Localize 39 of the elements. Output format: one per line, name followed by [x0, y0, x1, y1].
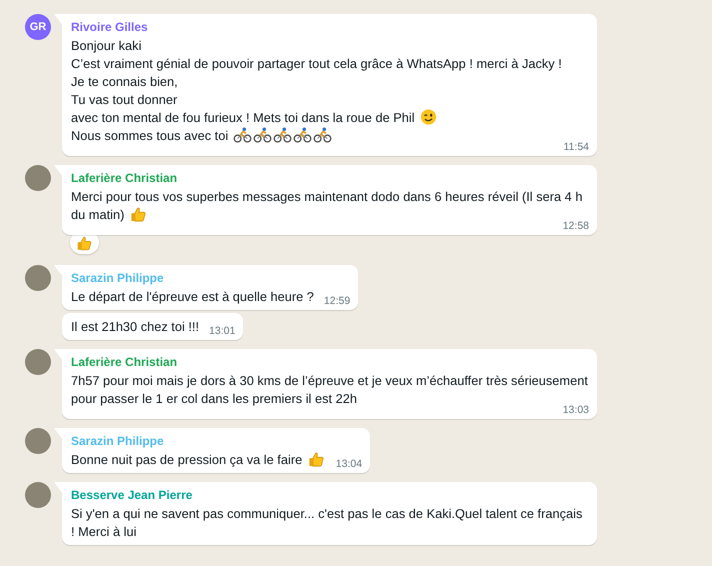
thumbs-up-icon — [306, 451, 326, 467]
message-text: Le départ de l'épreuve est à quelle heure ? — [71, 288, 314, 306]
message-time: 13:04 — [334, 457, 362, 471]
message-text: avec ton mental de fou furieux ! Mets toi dans la roue de Phil — [71, 109, 562, 127]
message-time: 13:01 — [208, 324, 236, 338]
cyclist-icon — [252, 127, 272, 143]
avatar-photo-placeholder[interactable] — [25, 165, 51, 191]
message-text: Tu vas tout donner — [71, 91, 178, 109]
avatar-photo-placeholder[interactable] — [25, 428, 51, 454]
sender-name[interactable]: Sarazin Philippe — [71, 270, 350, 286]
cyclist-icon — [292, 127, 312, 143]
avatar-photo-placeholder[interactable] — [25, 482, 51, 508]
cyclist-icon — [312, 127, 332, 143]
avatar-photo-placeholder[interactable] — [25, 265, 51, 291]
message-time: 11:54 — [562, 140, 589, 154]
thumbs-up-icon — [76, 235, 93, 251]
sender-name[interactable]: Laferière Christian — [71, 354, 589, 370]
message-text: Nous sommes tous avec toi — [71, 127, 562, 145]
cyclist-icon — [272, 127, 292, 143]
sender-name[interactable]: Rivoire Gilles — [71, 19, 589, 35]
avatar[interactable]: GR — [25, 14, 51, 40]
winking-face-icon — [419, 109, 438, 125]
message-time: 12:58 — [562, 219, 589, 233]
message-text: Bonjour kaki — [71, 37, 142, 55]
message-text: Je te connais bien, — [71, 73, 179, 91]
message-text: Merci pour tous vos superbes messages maintenant dodo dans 6 heures réveil (Il sera 4 h du matin) — [71, 188, 582, 222]
message-text: 7h57 pour moi mais je dors à 30 kms de l’épreuve et je veux m’échauffer très sérieusement pour passer le 1 er col dans les premiers il est 22h — [71, 372, 588, 406]
message-text: C’est vraiment génial de pouvoir partager tout cela grâce à WhatsApp ! merci à Jacky ! — [71, 55, 562, 73]
thumbs-up-icon — [128, 206, 148, 222]
message-text: Il est 21h30 chez toi !!! — [71, 318, 200, 336]
message-text: Si y'en a qui ne savent pas communiquer... c'est pas le cas de Kaki.Quel talent ce français ! Merci à lui — [71, 505, 584, 541]
sender-name[interactable]: Laferière Christian — [71, 170, 589, 186]
message-time: 12:59 — [322, 294, 350, 308]
message-text: Bonne nuit pas de pression ça va le faire — [71, 451, 326, 469]
sender-name[interactable]: Sarazin Philippe — [71, 433, 362, 449]
sender-name[interactable]: Besserve Jean Pierre — [71, 487, 589, 503]
cyclist-icon — [232, 127, 252, 143]
avatar-photo-placeholder[interactable] — [25, 349, 51, 375]
message-time: 13:03 — [562, 403, 589, 417]
